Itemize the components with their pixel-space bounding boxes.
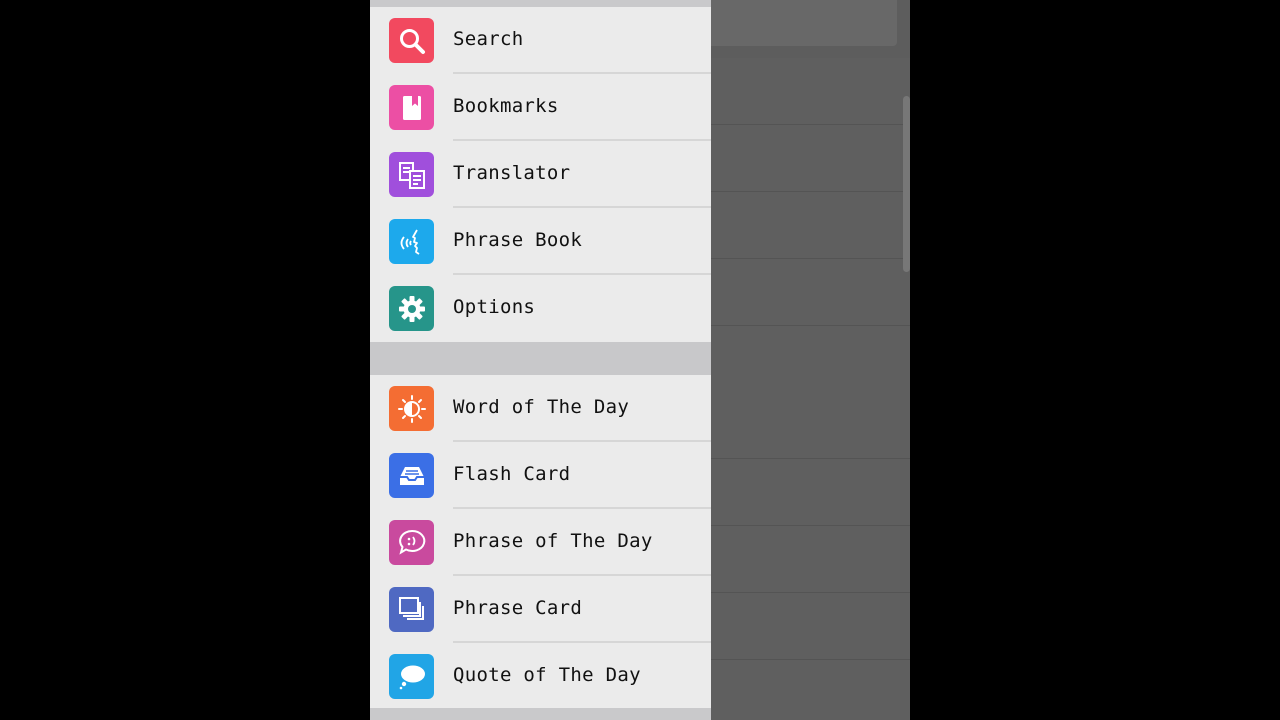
menu-item-label: Word of The Day	[453, 396, 630, 418]
menu-item-label: Search	[453, 28, 524, 50]
background-list-row	[711, 593, 910, 660]
menu-item-label: Phrase Card	[453, 597, 583, 619]
section-divider	[370, 342, 711, 375]
background-list-row	[711, 459, 910, 526]
menu-item-phrase-book[interactable]: Phrase Book	[370, 208, 711, 275]
menu-item-label: Bookmarks	[453, 95, 559, 117]
background-search-card	[700, 0, 897, 46]
speech-bubble-icon	[389, 520, 434, 565]
background-list-row	[711, 58, 910, 125]
menu-item-label: Flash Card	[453, 463, 571, 485]
inbox-tray-icon	[389, 453, 434, 498]
phone-screen: Search Bookmarks Translator Phrase Book	[370, 0, 910, 720]
menu-item-label: Options	[453, 296, 536, 318]
stacked-cards-icon	[389, 587, 434, 632]
background-list-row	[711, 259, 910, 326]
bookmark-icon	[389, 85, 434, 130]
background-list-row	[711, 192, 910, 259]
background-list-row	[711, 526, 910, 593]
search-icon	[389, 18, 434, 63]
menu-item-word-of-the-day[interactable]: Word of The Day	[370, 375, 711, 442]
background-scrollbar	[903, 96, 910, 272]
sun-icon	[389, 386, 434, 431]
menu-item-search[interactable]: Search	[370, 7, 711, 74]
menu-item-label: Phrase of The Day	[453, 530, 653, 552]
background-list-row	[711, 392, 910, 459]
background-list-row	[711, 326, 910, 393]
menu-item-flash-card[interactable]: Flash Card	[370, 442, 711, 509]
menu-item-quote-of-the-day[interactable]: Quote of The Day	[370, 643, 711, 710]
menu-item-phrase-of-the-day[interactable]: Phrase of The Day	[370, 509, 711, 576]
menu-item-label: Phrase Book	[453, 229, 583, 251]
gear-icon	[389, 286, 434, 331]
background-list-row	[711, 660, 910, 720]
drawer-top-strip	[370, 0, 711, 7]
menu-item-label: Quote of The Day	[453, 664, 641, 686]
menu-item-phrase-card[interactable]: Phrase Card	[370, 576, 711, 643]
menu-item-options[interactable]: Options	[370, 275, 711, 342]
translator-icon	[389, 152, 434, 197]
menu-item-bookmarks[interactable]: Bookmarks	[370, 74, 711, 141]
chat-bubble-icon	[389, 654, 434, 699]
drawer-bottom-strip	[370, 708, 711, 720]
background-list-row	[711, 125, 910, 192]
menu-item-label: Translator	[453, 162, 571, 184]
menu-item-translator[interactable]: Translator	[370, 141, 711, 208]
speaking-head-icon	[389, 219, 434, 264]
navigation-drawer: Search Bookmarks Translator Phrase Book	[370, 0, 711, 720]
